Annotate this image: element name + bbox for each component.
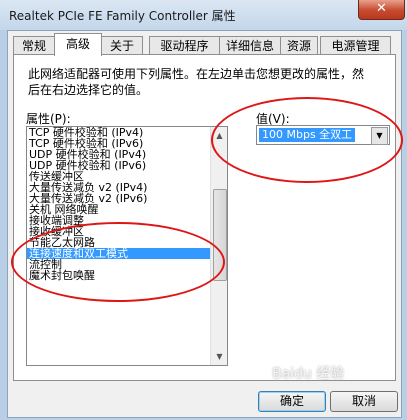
scroll-thumb[interactable] bbox=[213, 189, 227, 281]
dialog-body: 常规 高级 关于 驱动程序 详细信息 资源 电源管理 此网络适配器可使用下列属性… bbox=[7, 30, 402, 418]
tab-power-management[interactable]: 电源管理 bbox=[320, 36, 391, 55]
ok-button[interactable]: 确定 bbox=[258, 391, 326, 412]
title-bar: Realtek PCIe FE Family Controller 属性 ✕ bbox=[0, 0, 407, 30]
property-list-item[interactable]: 魔术封包唤醒 bbox=[27, 270, 227, 281]
watermark: Baidu 经验 bbox=[272, 366, 345, 382]
tab-general[interactable]: 常规 bbox=[13, 36, 55, 55]
property-list-scrollbar[interactable]: ▲ ▼ bbox=[210, 127, 227, 365]
property-label: 属性(P): bbox=[26, 112, 71, 126]
scroll-down-icon[interactable]: ▼ bbox=[211, 348, 227, 365]
tab-advanced[interactable]: 高级 bbox=[54, 33, 102, 56]
property-list[interactable]: TCP 硬件校验和 (IPv4) TCP 硬件校验和 (IPv6) UDP 硬件校验… bbox=[26, 126, 228, 366]
description-text: 此网络适配器可使用下列属性。在左边单击您想更改的属性，然后在右边选择它的值。 bbox=[28, 67, 365, 97]
value-selected: 100 Mbps 全双工 bbox=[259, 128, 356, 142]
close-button[interactable]: ✕ bbox=[358, 0, 405, 20]
tab-resources[interactable]: 资源 bbox=[280, 36, 318, 55]
close-icon: ✕ bbox=[376, 1, 387, 16]
chevron-down-icon[interactable]: ▼ bbox=[371, 127, 388, 145]
tab-about[interactable]: 关于 bbox=[101, 36, 143, 55]
advanced-panel: 此网络适配器可使用下列属性。在左边单击您想更改的属性，然后在右边选择它的值。 属… bbox=[13, 54, 396, 381]
scroll-up-icon[interactable]: ▲ bbox=[211, 127, 227, 144]
tab-details[interactable]: 详细信息 bbox=[219, 36, 281, 55]
cancel-button[interactable]: 取消 bbox=[330, 391, 398, 412]
window-title: Realtek PCIe FE Family Controller 属性 bbox=[9, 9, 236, 23]
tab-driver[interactable]: 驱动程序 bbox=[149, 36, 220, 55]
value-dropdown[interactable]: 100 Mbps 全双工 ▼ bbox=[256, 125, 390, 145]
